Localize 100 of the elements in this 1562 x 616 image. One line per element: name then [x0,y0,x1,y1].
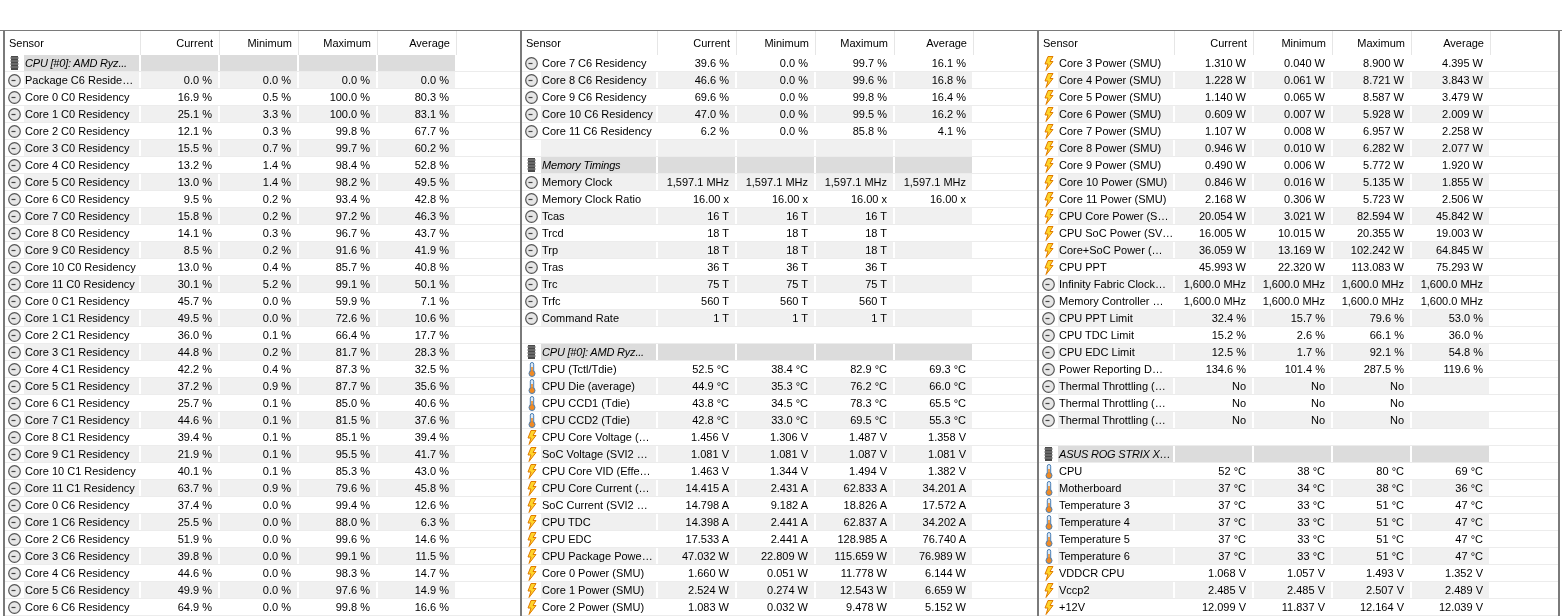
table-cell: 18 T [737,242,816,258]
table-cell: 1.081 V [737,446,816,462]
table-cell: 66.0 °C [895,378,974,394]
table-cell: 81.5 % [299,412,378,428]
table-cell: 12.039 V [1412,599,1491,615]
column-header[interactable]: Sensor [522,31,658,55]
table-cell: 2.077 W [1412,140,1491,156]
table-cell: 0.609 W [1175,106,1254,122]
lightning-bolt-icon [526,480,537,496]
lightning-bolt-icon [526,497,537,513]
table-cell: 0.010 W [1254,140,1333,156]
table-cell: 97.6 % [299,582,378,598]
table-cell: 46.3 % [378,208,457,224]
column-header[interactable]: Sensor [1039,31,1175,55]
sensor-name: Core 5 C0 Residency [24,174,141,190]
table-cell: 0.9 % [220,378,299,394]
table-cell: 91.6 % [299,242,378,258]
table-cell: 1.087 V [816,446,895,462]
table-cell: 41.9 % [378,242,457,258]
table-cell: 1,600.0 MHz [1254,276,1333,292]
group-label[interactable]: CPU [#0]: AMD Ryz... [24,55,141,71]
column-header[interactable]: Average [895,31,974,55]
table-cell: 1.7 % [1254,344,1333,360]
table-cell: 97.2 % [299,208,378,224]
table-cell: 75 T [737,276,816,292]
table-cell: 33 °C [1254,548,1333,564]
table-cell: 42.8 °C [658,412,737,428]
table-cell: 0.274 W [737,582,816,598]
lightning-bolt-icon [1043,140,1054,156]
table-cell: 2.485 V [1254,582,1333,598]
sensor-name: Core 5 C1 Residency [24,378,141,394]
table-cell: 35.6 % [378,378,457,394]
column-header[interactable]: Minimum [1254,31,1333,55]
sensor-name: Core 11 C0 Residency [24,276,141,292]
table-cell: 99.6 % [816,72,895,88]
sensor-name: Motherboard [1058,480,1175,496]
sensor-name: Core 7 C1 Residency [24,412,141,428]
table-cell: 6.3 % [378,514,457,530]
lightning-bolt-icon [526,565,537,581]
column-header[interactable]: Maximum [816,31,895,55]
sensor-name: Core 4 Power (SMU) [1058,72,1175,88]
table-cell: 0.7 % [220,140,299,156]
table-cell: 13.169 W [1254,242,1333,258]
lightning-bolt-icon [1043,242,1054,258]
sensor-name: CPU Die (average) [541,378,658,394]
table-cell: 0.9 % [220,480,299,496]
sensor-name: CPU EDC Limit [1058,344,1175,360]
table-cell: 47.032 W [658,548,737,564]
sensor-name: Thermal Throttling (… [1058,378,1175,394]
lightning-bolt-icon [526,429,537,445]
chip-icon [1044,447,1053,461]
table-cell: 0.061 W [1254,72,1333,88]
thermometer-icon [527,361,536,377]
table-cell: 10.6 % [378,310,457,326]
sensor-name: Core 1 Power (SMU) [541,582,658,598]
table-cell: 82.594 W [1333,208,1412,224]
lightning-bolt-icon [1043,259,1054,275]
table-cell: 54.8 % [1412,344,1491,360]
table-cell: 37.2 % [141,378,220,394]
column-header[interactable]: Current [658,31,737,55]
column-header[interactable]: Current [1175,31,1254,55]
sensor-name: Temperature 6 [1058,548,1175,564]
table-cell: 49.9 % [141,582,220,598]
table-cell: 25.1 % [141,106,220,122]
lightning-bolt-icon [526,446,537,462]
table-cell: 0.0 % [220,599,299,615]
table-cell: 76.2 °C [816,378,895,394]
sensor-name: +12V [1058,599,1175,615]
sensor-name: Core 1 C0 Residency [24,106,141,122]
table-cell: No [1254,378,1333,394]
table-cell: 1.855 W [1412,174,1491,190]
column-header[interactable]: Average [1412,31,1491,55]
table-cell: 75 T [658,276,737,292]
sensor-name: Core 5 C6 Residency [24,582,141,598]
column-header[interactable]: Maximum [1333,31,1412,55]
table-cell: 11.5 % [378,548,457,564]
table-cell: 46.6 % [658,72,737,88]
lightning-bolt-icon [1043,599,1054,615]
sensor-name: Vccp2 [1058,582,1175,598]
table-cell: 1,600.0 MHz [1412,276,1491,292]
group-label[interactable]: Memory Timings [541,157,658,173]
sensor-name: Core 8 Power (SMU) [1058,140,1175,156]
table-cell: 33.0 °C [737,412,816,428]
sensor-name: Package C6 Reside… [24,72,141,88]
group-label[interactable]: ASUS ROG STRIX X… [1058,446,1175,462]
chip-icon [10,56,19,70]
table-cell: 14.398 A [658,514,737,530]
table-cell: 1 T [816,310,895,326]
table-cell: 45.842 W [1412,208,1491,224]
table-cell: 37 °C [1175,480,1254,496]
table-cell: 1 T [658,310,737,326]
table-cell: 45.8 % [378,480,457,496]
sensor-name: SoC Voltage (SVI2 … [541,446,658,462]
table-cell: 83.1 % [378,106,457,122]
thermometer-icon [1044,531,1053,547]
group-label[interactable]: CPU [#0]: AMD Ryz... [541,344,658,360]
column-header[interactable]: Minimum [737,31,816,55]
table-cell: 15.7 % [1254,310,1333,326]
table-cell: 53.0 % [1412,310,1491,326]
table-cell: 0.032 W [737,599,816,615]
